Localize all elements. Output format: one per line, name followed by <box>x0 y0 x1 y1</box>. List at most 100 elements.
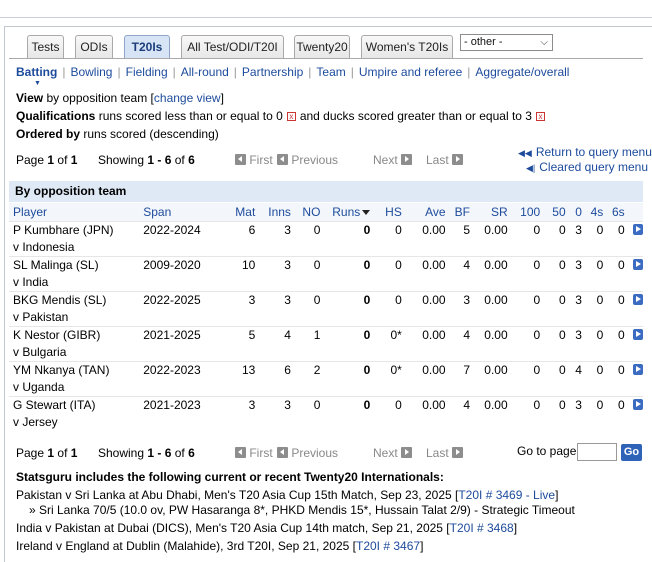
table-row: SL Malinga (SL) 2009-2020 10 3 0 0 0 0.00 4 0.00 0… <box>9 255 643 274</box>
col-mat[interactable]: Mat <box>216 203 260 221</box>
col-4s[interactable]: 4s <box>585 203 608 221</box>
nav-batting[interactable]: Batting <box>16 65 57 79</box>
sr-cell: 0.00 <box>474 290 512 309</box>
table-row: BKG Mendis (SL) 2022-2025 3 3 0 0 0 0.00 3 0.00 0 0… <box>9 290 643 309</box>
tab-all-formats[interactable]: All Test/ODI/T20I <box>181 35 284 59</box>
sr-cell: 0.00 <box>474 220 512 239</box>
opposition-cell: v Indonesia <box>13 240 75 254</box>
other-format-select[interactable]: - other - ⌵ <box>460 34 553 51</box>
nav-partnership[interactable]: Partnership <box>242 65 303 79</box>
runs-cell: 0 <box>324 255 375 274</box>
col-6s[interactable]: 6s <box>607 203 629 221</box>
hundreds-cell: 0 <box>511 395 545 414</box>
col-100[interactable]: 100 <box>511 203 545 221</box>
page-number-input[interactable] <box>577 443 617 461</box>
hs-cell: 0 <box>374 290 406 309</box>
player-name[interactable]: YM Nkanya (TAN) <box>9 360 140 379</box>
sixes-cell: 0 <box>607 395 629 414</box>
col-go <box>628 203 643 221</box>
col-ave[interactable]: Ave <box>405 203 450 221</box>
mat-cell: 6 <box>216 220 260 239</box>
row-detail-cell <box>628 360 643 379</box>
col-runs[interactable]: Runs <box>324 203 375 221</box>
previous-page-link[interactable]: Previous <box>291 153 338 167</box>
ave-cell: 0.00 <box>405 360 450 379</box>
ducks-cell: 4 <box>569 360 586 379</box>
tab-rule <box>9 58 643 59</box>
nav-all-round[interactable]: All-round <box>181 65 229 79</box>
play-arrow-icon[interactable] <box>633 294 643 305</box>
table-row: P Kumbhare (JPN) 2022-2024 6 3 0 0 0 0.00 5 0.00 0… <box>9 220 643 239</box>
col-50[interactable]: 50 <box>544 203 570 221</box>
play-arrow-icon[interactable] <box>633 259 643 270</box>
col-bf[interactable]: BF <box>449 203 474 221</box>
return-query-menu[interactable]: ◀◀ Return to query menu <box>518 145 652 159</box>
match-link-3467[interactable]: T20I # 3467 <box>356 539 420 553</box>
cleared-query-menu[interactable]: ◀| Cleared query menu <box>526 160 648 174</box>
ave-cell: 0.00 <box>405 255 450 274</box>
col-sr[interactable]: SR <box>474 203 512 221</box>
tab-t20is[interactable]: T20Is <box>124 35 170 59</box>
first-page-link[interactable]: First <box>249 153 272 167</box>
sixes-cell: 0 <box>607 360 629 379</box>
col-inns[interactable]: Inns <box>259 203 295 221</box>
tab-womens-t20is[interactable]: Women's T20Is <box>361 35 453 59</box>
opposition-cell: v Pakistan <box>13 310 69 324</box>
selected-indicator-icon: ▼ <box>34 80 41 87</box>
ordered-line: Ordered by runs scored (descending) <box>16 127 219 141</box>
ave-cell: 0.00 <box>405 395 450 414</box>
remove-qualification-icon[interactable]: x <box>286 112 296 122</box>
tab-tests[interactable]: Tests <box>27 35 64 59</box>
play-arrow-icon[interactable] <box>633 364 643 375</box>
opposition-cell: v Uganda <box>13 380 65 394</box>
col-no[interactable]: NO <box>294 203 325 221</box>
tab-odis[interactable]: ODIs <box>75 35 113 59</box>
play-arrow-icon[interactable] <box>633 399 643 410</box>
play-arrow-icon[interactable] <box>633 329 643 340</box>
col-hs[interactable]: HS <box>374 203 406 221</box>
player-name[interactable]: BKG Mendis (SL) <box>9 290 140 309</box>
next-page-link[interactable]: Next <box>373 153 398 167</box>
player-name[interactable]: P Kumbhare (JPN) <box>9 220 140 239</box>
previous-page-icon <box>277 447 288 458</box>
first-page-icon <box>235 154 246 165</box>
player-name[interactable]: SL Malinga (SL) <box>9 255 140 274</box>
fours-cell: 0 <box>585 360 608 379</box>
bf-cell: 4 <box>449 255 474 274</box>
row-detail-cell <box>628 290 643 309</box>
col-player[interactable]: Player <box>9 203 140 221</box>
nav-bowling[interactable]: Bowling <box>70 65 112 79</box>
nav-umpire-referee[interactable]: Umpire and referee <box>359 65 462 79</box>
hundreds-cell: 0 <box>511 255 545 274</box>
next-page-link[interactable]: Next <box>373 446 398 460</box>
match-link-3469[interactable]: T20I # 3469 - Live <box>458 488 555 502</box>
previous-page-link[interactable]: Previous <box>291 446 338 460</box>
col-span[interactable]: Span <box>139 203 217 221</box>
player-name[interactable]: G Stewart (ITA) <box>9 395 140 414</box>
no-cell: 0 <box>294 395 325 414</box>
nav-aggregate[interactable]: Aggregate/overall <box>475 65 569 79</box>
fifties-cell: 0 <box>544 395 570 414</box>
remove-qualification-icon[interactable]: x <box>535 112 545 122</box>
ducks-cell: 3 <box>569 290 586 309</box>
play-arrow-icon[interactable] <box>633 224 643 235</box>
nav-team[interactable]: Team <box>316 65 345 79</box>
match-link-3468[interactable]: T20I # 3468 <box>450 521 514 535</box>
player-name[interactable]: K Nestor (GIBR) <box>9 325 140 344</box>
col-0[interactable]: 0 <box>569 203 586 221</box>
last-page-link[interactable]: Last <box>426 446 449 460</box>
tab-twenty20[interactable]: Twenty20 <box>294 35 350 59</box>
opposition-cell: v Bulgaria <box>13 345 67 359</box>
span-cell: 2021-2023 <box>139 395 217 414</box>
previous-page-icon <box>277 154 288 165</box>
last-page-link[interactable]: Last <box>426 153 449 167</box>
nav-fielding[interactable]: Fielding <box>126 65 168 79</box>
first-page-link[interactable]: First <box>249 446 272 460</box>
chevron-down-icon: ⌵ <box>540 37 548 48</box>
top-divider <box>0 17 652 18</box>
go-button[interactable]: Go <box>621 444 642 461</box>
change-view-link[interactable]: change view <box>154 91 221 105</box>
hs-cell: 0 <box>374 255 406 274</box>
mat-cell: 10 <box>216 255 260 274</box>
sr-cell: 0.00 <box>474 325 512 344</box>
